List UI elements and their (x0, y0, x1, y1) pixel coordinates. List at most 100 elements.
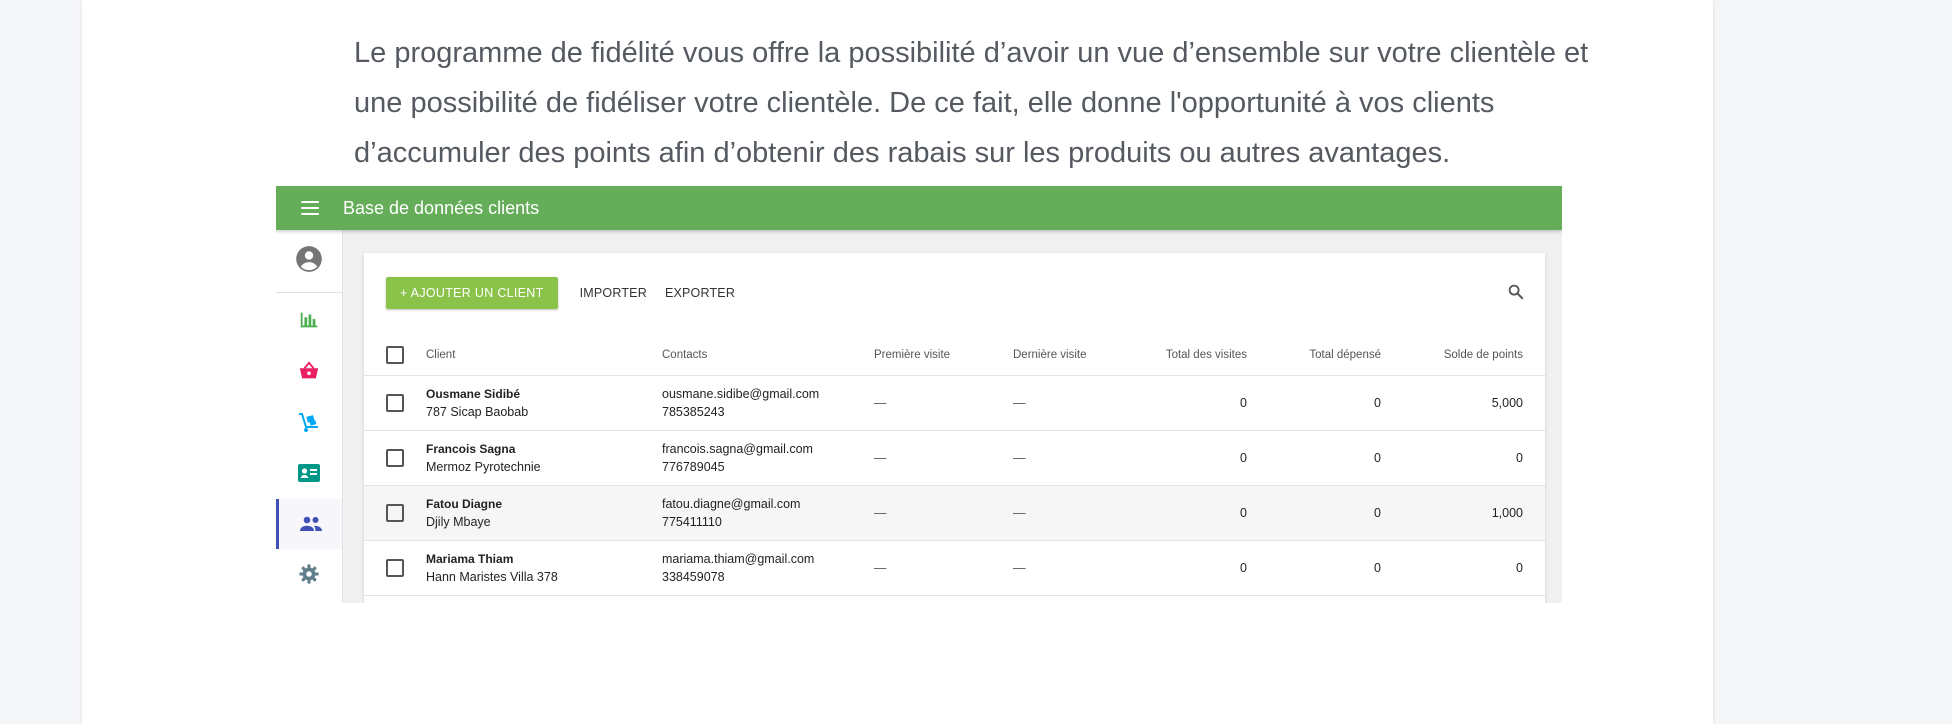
client-name: Mariama Thiam (426, 551, 514, 566)
row-spacer (1523, 430, 1545, 486)
client-name: Ousmane Sidibé (426, 386, 521, 401)
sidebar-item-customers[interactable] (276, 499, 342, 549)
row-select-cell (364, 485, 426, 541)
intro-line: Le programme de fidélité vous offre la p… (354, 37, 1589, 69)
client-cell: Fatou Diagne Djily Mbaye (426, 485, 662, 541)
points-cell: 0 (1381, 430, 1523, 486)
contacts-cell: ousmane.sidibe@gmail.com 785385243 (662, 375, 874, 431)
intro-paragraph: Le programme de fidélité vous offre la p… (354, 28, 1654, 178)
table-row[interactable]: Fatou Diagne Djily Mbaye fatou.diagne@gma… (364, 485, 1545, 541)
bar-chart-icon (300, 312, 318, 328)
row-select-cell (364, 430, 426, 486)
table-header-row: Client Contacts Première visite Dernière… (364, 335, 1545, 376)
search-icon[interactable] (1507, 283, 1525, 301)
first-visit-cell: — (874, 430, 1013, 486)
client-name: Fatou Diagne (426, 496, 503, 511)
first-visit-cell: — (874, 540, 1013, 596)
basket-icon (299, 361, 319, 379)
intro-line: une possibilité de fidéliser votre clien… (354, 87, 1495, 119)
hand-truck-icon (299, 413, 318, 432)
column-header-points[interactable]: Solde de points (1381, 335, 1523, 376)
row-spacer (1523, 540, 1545, 596)
column-header-client[interactable]: Client (426, 335, 662, 376)
client-email: francois.sagna@gmail.com (662, 442, 813, 456)
client-address: Djily Mbaye (426, 514, 491, 529)
points-cell: 1,000 (1381, 485, 1523, 541)
column-header-total-spent[interactable]: Total dépensé (1247, 335, 1381, 376)
contacts-cell: fatou.diagne@gmail.com 775411110 (662, 485, 874, 541)
table-row[interactable]: Ousmane Sidibé 787 Sicap Baobab ousmane.s… (364, 375, 1545, 431)
client-name: Francois Sagna (426, 441, 516, 456)
first-visit-cell: — (874, 375, 1013, 431)
total-spent-cell: 0 (1247, 375, 1381, 431)
contacts-cell: francois.sagna@gmail.com 776789045 (662, 430, 874, 486)
sidebar-item-inventory[interactable] (276, 398, 342, 448)
app-title: Base de données clients (343, 197, 540, 218)
menu-icon[interactable] (301, 201, 319, 215)
column-header-contacts[interactable]: Contacts (662, 335, 874, 376)
row-checkbox[interactable] (386, 394, 404, 412)
gear-icon (299, 564, 319, 584)
sidebar-item-employees[interactable] (276, 448, 342, 498)
client-address: Mermoz Pyrotechnie (426, 459, 541, 474)
client-phone: 775411110 (662, 515, 722, 529)
first-visit-cell: — (874, 485, 1013, 541)
contact-card-icon (298, 464, 320, 482)
total-visits-cell: 0 (1133, 485, 1247, 541)
row-select-cell (364, 540, 426, 596)
client-phone: 785385243 (662, 405, 725, 419)
table-row[interactable]: Francois Sagna Mermoz Pyrotechnie francoi… (364, 430, 1545, 486)
client-cell: Mariama Thiam Hann Maristes Villa 378 (426, 540, 662, 596)
intro-line: d’accumuler des points afin d’obtenir de… (354, 137, 1451, 169)
total-visits-cell: 0 (1133, 540, 1247, 596)
column-spacer (1523, 335, 1545, 376)
column-header-first-visit[interactable]: Première visite (874, 335, 1013, 376)
client-address: Hann Maristes Villa 378 (426, 569, 558, 584)
toolbar: + AJOUTER UN CLIENT IMPORTER EXPORTER (386, 276, 1525, 309)
last-visit-cell: — (1013, 540, 1133, 596)
points-cell: 5,000 (1381, 375, 1523, 431)
total-spent-cell: 0 (1247, 485, 1381, 541)
row-checkbox[interactable] (386, 449, 404, 467)
sidebar-item-sales[interactable] (276, 346, 342, 396)
account-circle-icon (296, 246, 322, 272)
row-checkbox[interactable] (386, 559, 404, 577)
row-spacer (1523, 375, 1545, 431)
contacts-cell: mariama.thiam@gmail.com 338459078 (662, 540, 874, 596)
client-phone: 338459078 (662, 570, 725, 584)
client-email: mariama.thiam@gmail.com (662, 552, 815, 566)
total-spent-cell: 0 (1247, 540, 1381, 596)
sidebar-divider (276, 292, 342, 293)
client-cell: Ousmane Sidibé 787 Sicap Baobab (426, 375, 662, 431)
row-spacer (1523, 485, 1545, 541)
last-visit-cell: — (1013, 375, 1133, 431)
sidebar-item-reports[interactable] (276, 295, 342, 345)
people-icon (299, 516, 322, 531)
client-email: fatou.diagne@gmail.com (662, 497, 801, 511)
total-visits-cell: 0 (1133, 375, 1247, 431)
sidebar-item-settings[interactable] (276, 549, 342, 599)
row-select-cell (364, 375, 426, 431)
export-button[interactable]: EXPORTER (665, 286, 735, 300)
add-client-button[interactable]: + AJOUTER UN CLIENT (386, 276, 558, 309)
client-cell: Francois Sagna Mermoz Pyrotechnie (426, 430, 662, 486)
client-email: ousmane.sidibe@gmail.com (662, 387, 820, 401)
total-spent-cell: 0 (1247, 430, 1381, 486)
column-header-last-visit[interactable]: Dernière visite (1013, 335, 1133, 376)
app-screenshot: Base de données clients + AJOUTER UN CLI… (276, 186, 1562, 603)
sidebar (276, 230, 343, 603)
last-visit-cell: — (1013, 485, 1133, 541)
table-row[interactable]: Mariama Thiam Hann Maristes Villa 378 mar… (364, 540, 1545, 596)
sidebar-item-account[interactable] (276, 234, 342, 284)
last-visit-cell: — (1013, 430, 1133, 486)
total-visits-cell: 0 (1133, 430, 1247, 486)
app-bar: Base de données clients (276, 186, 1562, 230)
select-all-checkbox[interactable] (386, 346, 404, 364)
customers-panel: + AJOUTER UN CLIENT IMPORTER EXPORTER Cl… (364, 253, 1545, 603)
select-all-cell (364, 335, 426, 376)
client-phone: 776789045 (662, 460, 725, 474)
column-header-total-visits[interactable]: Total des visites (1133, 335, 1247, 376)
import-button[interactable]: IMPORTER (580, 286, 647, 300)
client-address: 787 Sicap Baobab (426, 404, 529, 419)
row-checkbox[interactable] (386, 504, 404, 522)
